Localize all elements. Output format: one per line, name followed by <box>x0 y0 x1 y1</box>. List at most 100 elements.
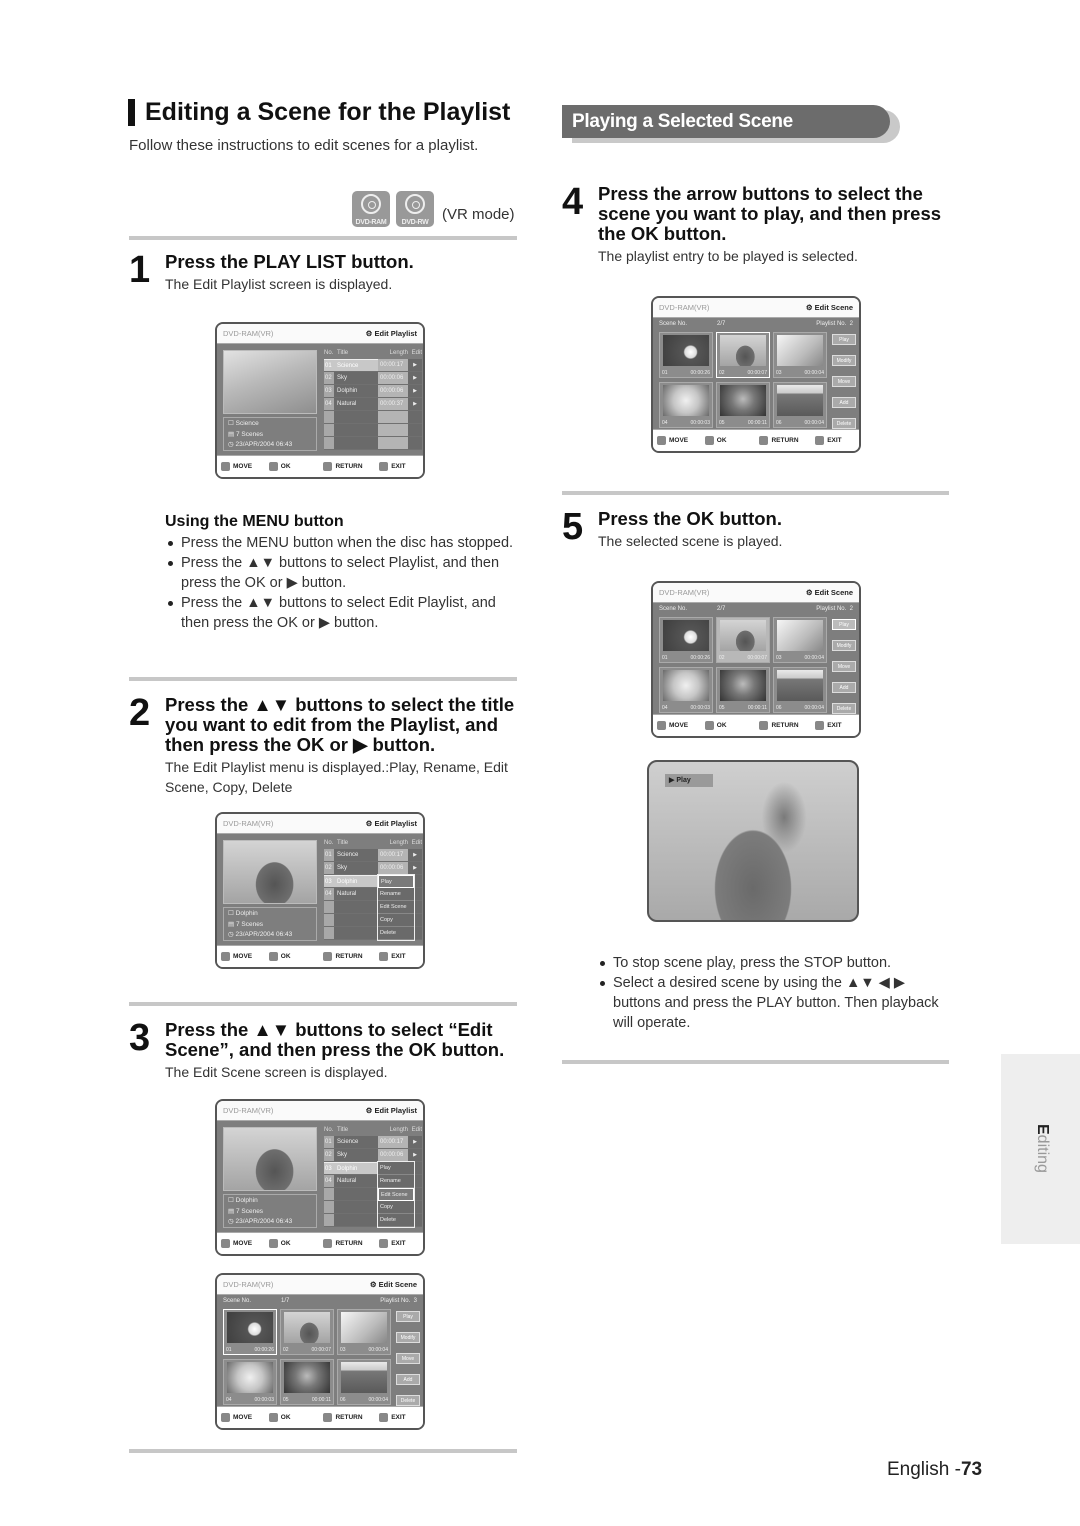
divider <box>129 1002 517 1006</box>
scene-thumbnail[interactable]: 06 00:00:04 <box>773 382 827 428</box>
delete-button[interactable]: Delete <box>832 703 856 714</box>
menu-item-edit-scene[interactable]: Edit Scene <box>378 1188 414 1201</box>
menu-item-rename[interactable]: Rename <box>378 1175 414 1188</box>
intro-text: Follow these instructions to edit scenes… <box>129 137 479 154</box>
add-button[interactable]: Add <box>832 397 856 408</box>
ok-icon <box>268 1239 278 1248</box>
step-description: The selected scene is played. <box>598 533 783 549</box>
exit-icon <box>815 436 825 445</box>
divider <box>129 236 517 240</box>
modify-button[interactable]: Modify <box>832 640 856 651</box>
scene-thumbnail[interactable]: 05 00:00:11 <box>280 1359 334 1405</box>
play-button[interactable]: Play <box>832 619 856 630</box>
menu-item-delete[interactable]: Delete <box>378 1214 414 1227</box>
osd-edit-playlist-2: DVD-RAM(VR) ⚙ Edit Playlist ☐ Dolphin ▤ 7… <box>215 812 425 969</box>
menu-item-edit-scene[interactable]: Edit Scene <box>378 901 414 914</box>
section-title: Playing a Selected Scene <box>562 105 890 138</box>
scene-thumbnail[interactable]: 02 00:00:07 <box>716 332 770 378</box>
dvd-rw-disc-icon: DVD-RW <box>396 191 434 227</box>
table-row[interactable]: 01 Science 00:00:17 ▶ <box>324 1136 422 1149</box>
move-icon <box>221 1413 230 1422</box>
edit-popup-menu: Play Rename Edit Scene Copy Delete <box>377 1161 415 1228</box>
scene-thumbnail[interactable]: 05 00:00:11 <box>716 382 770 428</box>
move-button[interactable]: Move <box>396 1353 420 1364</box>
menu-item-play[interactable]: Play <box>378 1162 414 1175</box>
menu-item-copy[interactable]: Copy <box>378 914 414 927</box>
step-description: The Edit Scene screen is displayed. <box>165 1064 388 1080</box>
chapter-tab: Editing <box>1001 1054 1080 1244</box>
move-icon <box>221 1239 230 1248</box>
ok-icon <box>268 462 278 471</box>
step-heading: Press the PLAY LIST button. <box>165 251 414 272</box>
osd-footer: MOVE OK RETURN EXIT <box>217 945 423 967</box>
osd-footer: MOVE OK RETURN EXIT <box>217 1232 423 1254</box>
scene-thumbnail[interactable]: 03 00:00:04 <box>773 332 827 378</box>
scene-grid: 01 00:00:26 02 00:00:07 03 00:00:04 04 00:00… <box>659 332 827 428</box>
delete-button[interactable]: Delete <box>832 418 856 429</box>
menu-item-copy[interactable]: Copy <box>378 1201 414 1214</box>
osd-edit-playlist-3: DVD-RAM(VR) ⚙ Edit Playlist ☐ Dolphin ▤ 7… <box>215 1099 425 1256</box>
divider <box>562 491 949 495</box>
return-icon <box>323 1239 333 1248</box>
move-icon <box>657 721 666 730</box>
title-marker <box>128 99 135 126</box>
chapter-tab-label: Editing <box>1034 1124 1051 1173</box>
exit-icon <box>815 721 825 730</box>
mode-label: (VR mode) <box>442 206 515 223</box>
move-button[interactable]: Move <box>832 376 856 387</box>
scene-thumbnail[interactable]: 06 00:00:04 <box>773 667 827 713</box>
divider <box>129 1449 517 1453</box>
table-row[interactable]: 01 Science 00:00:17 ▶ <box>324 849 422 862</box>
delete-button[interactable]: Delete <box>396 1395 420 1406</box>
step-heading: Press the arrow buttons to select the sc… <box>598 183 942 244</box>
scene-thumbnail[interactable]: 06 00:00:04 <box>337 1359 391 1405</box>
return-icon <box>759 436 769 445</box>
return-icon <box>323 462 333 471</box>
table-row[interactable]: 03 Dolphin 00:00:06 ▶ <box>324 385 422 398</box>
play-button[interactable]: Play <box>396 1311 420 1322</box>
step-heading: Press the ▲▼ buttons to select the title… <box>165 694 515 755</box>
scene-thumbnail[interactable]: 02 00:00:07 <box>280 1309 334 1355</box>
scene-thumbnail[interactable]: 01 00:00:26 <box>659 617 713 663</box>
menu-item-delete[interactable]: Delete <box>378 927 414 940</box>
scene-thumbnail[interactable]: 04 00:00:03 <box>659 667 713 713</box>
move-icon <box>221 952 230 961</box>
move-icon <box>657 436 666 445</box>
menu-item-rename[interactable]: Rename <box>378 888 414 901</box>
move-button[interactable]: Move <box>832 661 856 672</box>
title-thumbnail <box>223 840 317 904</box>
title-thumbnail <box>223 1127 317 1191</box>
scene-thumbnail[interactable]: 04 00:00:03 <box>659 382 713 428</box>
step-1: 1 Press the PLAY LIST button. The Edit P… <box>129 251 519 294</box>
menu-tip: Using the MENU button Press the MENU but… <box>165 513 515 633</box>
osd-edit-scene-a: DVD-RAM(VR) ⚙ Edit Scene Scene No. 1/7 Play… <box>215 1273 425 1430</box>
add-button[interactable]: Add <box>396 1374 420 1385</box>
add-button[interactable]: Add <box>832 682 856 693</box>
exit-icon <box>379 1413 389 1422</box>
table-row[interactable]: 04 Natural 00:00:37 ▶ <box>324 398 422 411</box>
osd-edit-playlist-1: DVD-RAM(VR) ⚙ Edit Playlist ☐ Science ▤ 7… <box>215 322 425 479</box>
title-info: ☐ Dolphin ▤ 7 Scenes ◷ 23/APR/2004 06:43 <box>223 907 317 941</box>
scene-thumbnail[interactable]: 03 00:00:04 <box>337 1309 391 1355</box>
play-button[interactable]: Play <box>832 334 856 345</box>
exit-icon <box>379 462 389 471</box>
step-heading: Press the OK button. <box>598 508 782 529</box>
scene-thumbnail[interactable]: 04 00:00:03 <box>223 1359 277 1405</box>
step-5: 5 Press the OK button. The selected scen… <box>562 508 942 551</box>
table-row[interactable]: 01 Science 00:00:17 ▶ <box>324 359 422 372</box>
table-row[interactable]: 02 Sky 00:00:06 ▶ <box>324 372 422 385</box>
menu-item-play[interactable]: Play <box>378 875 414 888</box>
scene-grid: 01 00:00:26 02 00:00:07 03 00:00:04 04 00:00… <box>223 1309 391 1405</box>
modify-button[interactable]: Modify <box>396 1332 420 1343</box>
list-item: Select a desired scene by using the ▲▼ ◀… <box>597 973 947 1033</box>
list-item: Press the MENU button when the disc has … <box>165 533 515 553</box>
title-info: ☐ Science ▤ 7 Scenes ◷ 23/APR/2004 06:43 <box>223 417 317 451</box>
exit-icon <box>379 952 389 961</box>
scene-thumbnail[interactable]: 01 00:00:26 <box>659 332 713 378</box>
scene-thumbnail[interactable]: 03 00:00:04 <box>773 617 827 663</box>
modify-button[interactable]: Modify <box>832 355 856 366</box>
divider <box>129 677 517 681</box>
scene-thumbnail[interactable]: 05 00:00:11 <box>716 667 770 713</box>
scene-thumbnail[interactable]: 01 00:00:26 <box>223 1309 277 1355</box>
scene-thumbnail[interactable]: 02 00:00:07 <box>716 617 770 663</box>
